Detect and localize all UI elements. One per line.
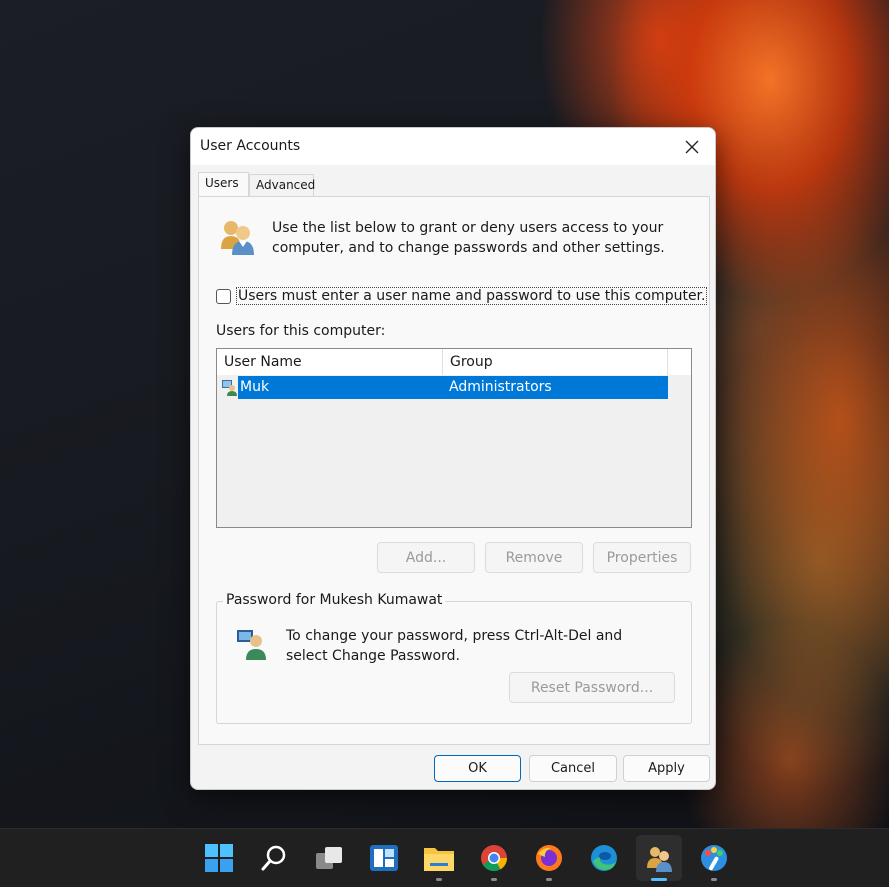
users-list-label: Users for this computer: <box>216 323 386 339</box>
users-group-icon <box>221 221 254 255</box>
list-header: User Name Group <box>217 349 668 375</box>
require-login-checkbox[interactable] <box>216 288 231 304</box>
require-login-checkbox-row[interactable]: Users must enter a user name and passwor… <box>216 286 708 306</box>
running-indicator <box>711 878 717 881</box>
row-group: Administrators <box>449 379 552 395</box>
taskbar-edge[interactable] <box>581 835 627 881</box>
user-password-icon <box>237 630 266 660</box>
column-header-user-name[interactable]: User Name <box>217 349 443 375</box>
require-login-checkbox-label[interactable]: Users must enter a user name and passwor… <box>236 287 708 305</box>
taskbar-user-accounts[interactable] <box>636 835 682 881</box>
list-header-filler <box>668 349 691 375</box>
title-bar[interactable]: User Accounts <box>191 128 715 165</box>
active-window-indicator <box>651 878 667 881</box>
firefox-icon <box>536 845 562 871</box>
row-user-name: Muk <box>240 379 270 395</box>
running-indicator <box>491 878 497 881</box>
file-explorer-icon <box>424 848 454 871</box>
taskbar <box>0 828 889 887</box>
taskbar-start[interactable] <box>196 835 242 881</box>
user-accounts-dialog: User Accounts Users Advanced Use the lis… <box>190 127 716 790</box>
taskbar-chrome[interactable] <box>471 835 517 881</box>
close-button[interactable] <box>669 128 715 165</box>
task-view-icon <box>316 847 342 869</box>
add-user-button[interactable]: Add... <box>377 542 475 573</box>
users-tab-panel: Use the list below to grant or deny user… <box>198 196 710 745</box>
windows-start-icon <box>205 844 233 872</box>
apply-button[interactable]: Apply <box>623 755 710 782</box>
taskbar-firefox[interactable] <box>526 835 572 881</box>
properties-button[interactable]: Properties <box>593 542 691 573</box>
tab-advanced[interactable]: Advanced <box>249 174 315 196</box>
users-list[interactable]: User Name Group Muk Administrators <box>216 348 692 528</box>
reset-password-button[interactable]: Reset Password... <box>509 672 675 703</box>
dialog-title: User Accounts <box>200 138 301 154</box>
taskbar-task-view[interactable] <box>306 835 352 881</box>
table-row[interactable]: Muk Administrators <box>238 376 668 399</box>
column-header-group[interactable]: Group <box>443 349 668 375</box>
password-instructions: To change your password, press Ctrl-Alt-… <box>286 628 623 664</box>
widgets-icon <box>370 845 398 871</box>
remove-user-button[interactable]: Remove <box>485 542 583 573</box>
taskbar-widgets[interactable] <box>361 835 407 881</box>
user-account-icon <box>222 380 237 396</box>
edge-icon <box>591 845 617 871</box>
chrome-icon <box>481 845 508 872</box>
password-groupbox: Password for Mukesh Kumawat To change yo… <box>216 592 692 724</box>
password-group-title: Password for Mukesh Kumawat <box>223 592 446 608</box>
search-icon <box>261 845 286 871</box>
running-indicator <box>436 878 442 881</box>
ok-button[interactable]: OK <box>434 755 521 782</box>
paint-icon <box>701 845 727 871</box>
running-indicator <box>546 878 552 881</box>
cancel-button[interactable]: Cancel <box>529 755 617 782</box>
intro-description: Use the list below to grant or deny user… <box>272 220 665 256</box>
close-icon <box>685 140 699 153</box>
taskbar-search[interactable] <box>251 835 297 881</box>
tab-users[interactable]: Users <box>198 172 249 196</box>
taskbar-file-explorer[interactable] <box>416 835 462 881</box>
taskbar-paint[interactable] <box>691 835 737 881</box>
user-accounts-icon <box>647 847 672 872</box>
